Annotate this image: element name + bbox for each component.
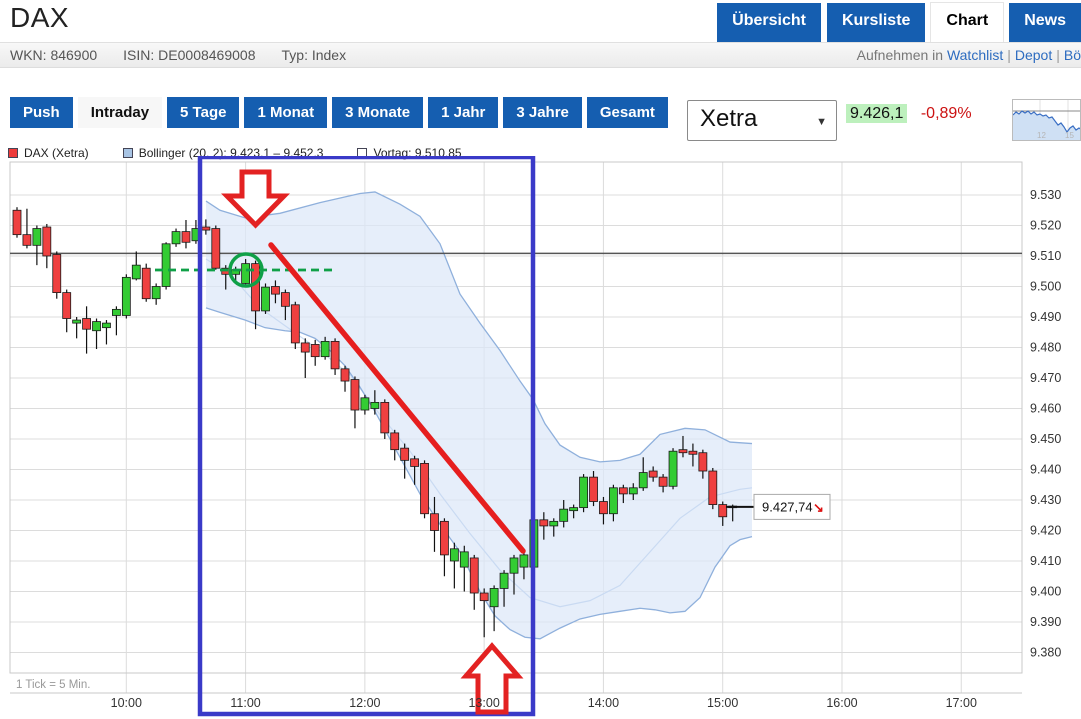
sparkline: 12 15 xyxy=(1013,100,1080,140)
svg-text:12: 12 xyxy=(1037,131,1046,140)
boerse-link[interactable]: Bö xyxy=(1064,47,1081,63)
svg-text:9.500: 9.500 xyxy=(1030,280,1061,294)
period-tab-gesamt[interactable]: Gesamt xyxy=(587,97,668,128)
svg-text:15: 15 xyxy=(1065,131,1074,140)
period-tab-1-jahr[interactable]: 1 Jahr xyxy=(428,97,498,128)
svg-text:17:00: 17:00 xyxy=(946,696,977,710)
chevron-down-icon: ▼ xyxy=(816,116,827,128)
watchlist-actions: Aufnehmen in Watchlist|Depot|Bö xyxy=(857,43,1081,68)
watchlist-link[interactable]: Watchlist xyxy=(947,47,1003,63)
exchange-select-value: Xetra xyxy=(700,105,757,133)
actions-prefix: Aufnehmen in xyxy=(857,47,943,63)
isin-label: ISIN: DE0008469008 xyxy=(123,47,255,63)
svg-text:12:00: 12:00 xyxy=(349,696,380,710)
svg-text:9.530: 9.530 xyxy=(1030,188,1061,202)
price-direction-down-icon: ↘ xyxy=(813,500,824,515)
svg-text:9.520: 9.520 xyxy=(1030,219,1061,233)
quote-block: 9.426,1 -0,89% xyxy=(846,105,972,123)
mini-chart-thumbnail[interactable]: 12 15 xyxy=(1012,99,1081,141)
svg-text:9.380: 9.380 xyxy=(1030,646,1061,660)
tick-interval-note: 1 Tick = 5 Min. xyxy=(16,679,90,691)
nav-tab-partial[interactable] xyxy=(1073,3,1081,39)
svg-text:9.470: 9.470 xyxy=(1030,371,1061,385)
typ-label: Typ: Index xyxy=(282,47,347,63)
svg-text:10:00: 10:00 xyxy=(111,696,142,710)
svg-text:9.390: 9.390 xyxy=(1030,615,1061,629)
bollinger-band xyxy=(206,192,752,639)
exchange-select[interactable]: Xetra ▼ xyxy=(687,100,837,141)
svg-text:9.460: 9.460 xyxy=(1030,402,1061,416)
period-tab-3-jahre[interactable]: 3 Jahre xyxy=(503,97,582,128)
svg-text:11:00: 11:00 xyxy=(230,696,260,710)
svg-text:9.450: 9.450 xyxy=(1030,432,1061,446)
svg-text:9.480: 9.480 xyxy=(1030,341,1061,355)
svg-text:9.440: 9.440 xyxy=(1030,463,1061,477)
nav-tab-chart[interactable]: Chart xyxy=(931,3,1003,42)
period-tab-1-monat[interactable]: 1 Monat xyxy=(244,97,327,128)
intraday-candlestick-chart[interactable]: 9.427,74↘ 9.530 9.520 9.510 9.500 9.490 9.480 9… xyxy=(0,156,1081,719)
svg-text:13:00: 13:00 xyxy=(468,696,499,710)
period-tab-3-monate[interactable]: 3 Monate xyxy=(332,97,423,128)
svg-text:15:00: 15:00 xyxy=(707,696,738,710)
nav-tab-news[interactable]: News xyxy=(1009,3,1081,42)
svg-text:9.410: 9.410 xyxy=(1030,554,1061,568)
period-tabs: PushIntraday5 Tage1 Monat3 Monate1 Jahr3… xyxy=(10,97,668,128)
last-price-label: 9.427,74↘ xyxy=(754,494,830,519)
nav-tabs: ÜbersichtKurslisteChartNews xyxy=(717,3,1081,42)
instrument-info-bar: WKN: 846900ISIN: DE0008469008Typ: Index … xyxy=(0,42,1081,68)
nav-tab-kursliste[interactable]: Kursliste xyxy=(827,3,925,42)
wkn-label: WKN: 846900 xyxy=(10,47,97,63)
nav-tab--bersicht[interactable]: Übersicht xyxy=(717,3,821,42)
svg-text:14:00: 14:00 xyxy=(588,696,619,710)
instrument-identifiers: WKN: 846900 ISIN: DE0008469008 Typ: Index xyxy=(10,43,372,68)
change-percent: -0,89% xyxy=(921,105,972,122)
svg-text:9.427,74: 9.427,74 xyxy=(762,499,813,514)
period-tab-intraday[interactable]: Intraday xyxy=(78,97,162,128)
depot-link[interactable]: Depot xyxy=(1015,47,1052,63)
svg-text:9.420: 9.420 xyxy=(1030,524,1061,538)
last-price: 9.426,1 xyxy=(846,104,907,123)
svg-text:16:00: 16:00 xyxy=(826,696,857,710)
svg-text:9.510: 9.510 xyxy=(1030,249,1061,263)
period-tab-push[interactable]: Push xyxy=(10,97,73,128)
svg-text:9.400: 9.400 xyxy=(1030,585,1061,599)
period-tab-5-tage[interactable]: 5 Tage xyxy=(167,97,239,128)
svg-text:9.430: 9.430 xyxy=(1030,493,1061,507)
svg-text:9.490: 9.490 xyxy=(1030,310,1061,324)
page-title: DAX xyxy=(10,2,69,34)
